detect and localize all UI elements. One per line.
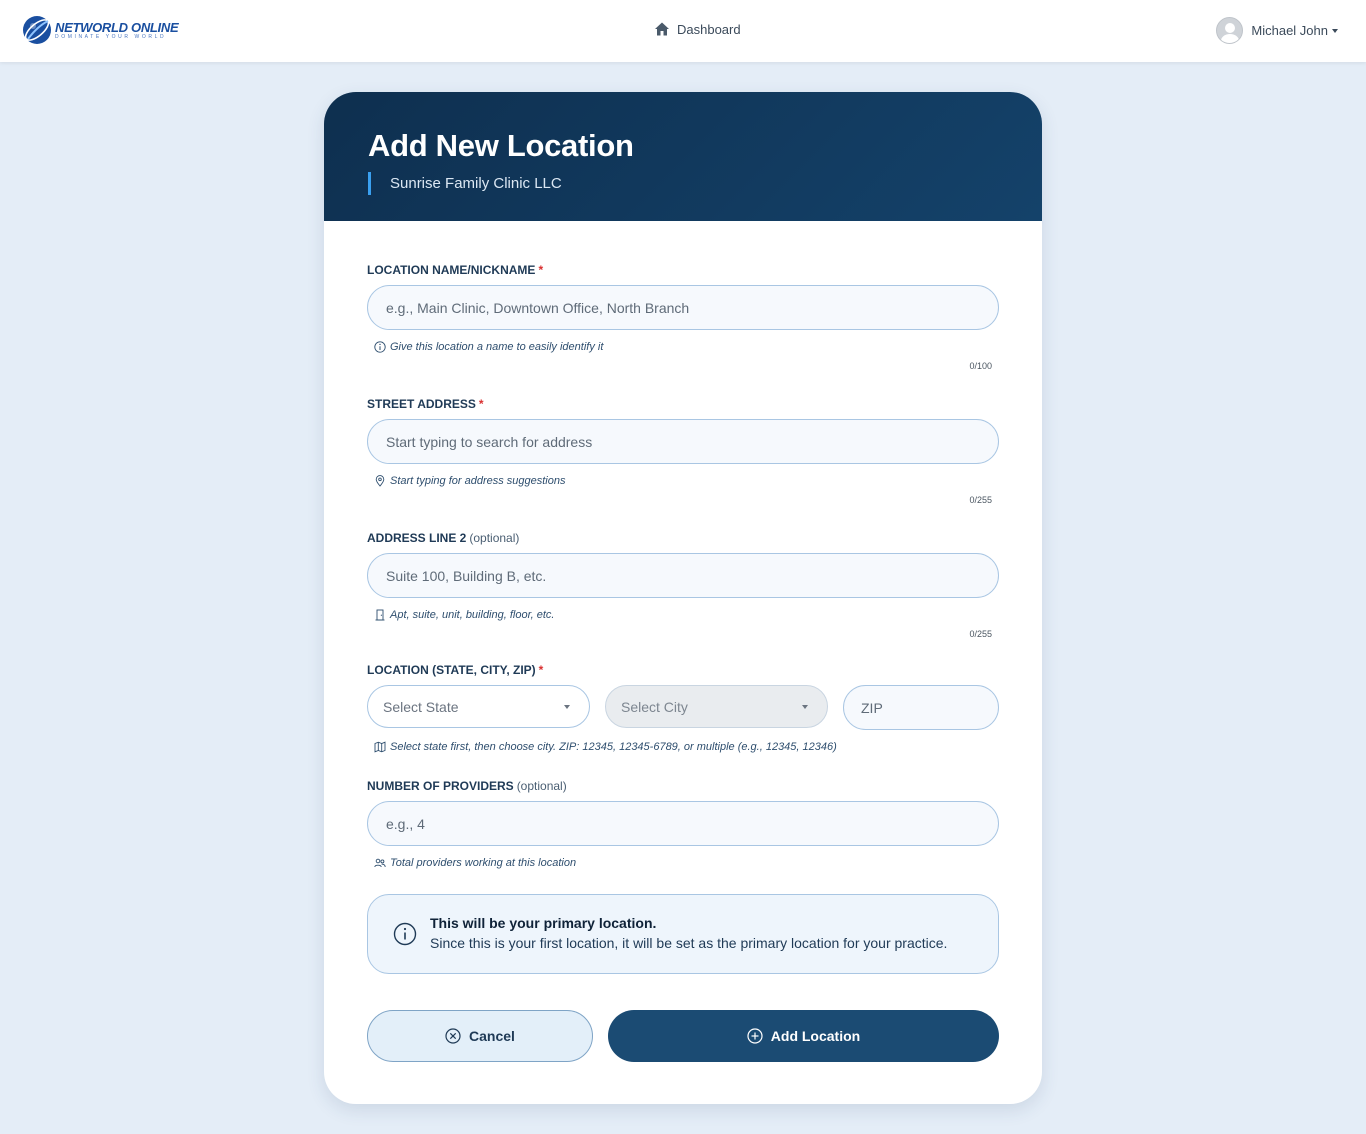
required-mark: *	[478, 397, 484, 411]
map-pin-icon	[375, 475, 385, 487]
brand-tagline: DOMINATE YOUR WORLD	[55, 33, 167, 40]
address-line2-input[interactable]: Suite 100, Building B, etc.	[367, 553, 999, 598]
brand-name: NETWORLD ONLINE	[55, 19, 179, 35]
notice-title: This will be your primary location.	[430, 915, 657, 931]
practice-name: Sunrise Family Clinic LLC	[368, 172, 998, 195]
address-line2-label: ADDRESS LINE 2 (optional)	[367, 531, 520, 545]
primary-location-notice: This will be your primary location. Sinc…	[367, 894, 999, 974]
home-icon	[655, 22, 669, 36]
dropdown-arrow-icon	[564, 705, 570, 709]
people-icon	[374, 858, 386, 868]
providers-hint: Total providers working at this location	[374, 857, 576, 869]
brand-logo-link[interactable]: NETWORLD ONLINE DOMINATE YOUR WORLD	[22, 15, 179, 45]
location-name-label: LOCATION NAME/NICKNAME *	[367, 263, 544, 277]
globe-logo-icon	[23, 16, 51, 44]
cancel-button[interactable]: Cancel	[367, 1010, 593, 1062]
dashboard-label: Dashboard	[677, 21, 741, 37]
close-circle-icon	[445, 1028, 461, 1044]
location-select-label: LOCATION (STATE, CITY, ZIP) *	[367, 663, 544, 677]
info-circle-icon	[393, 922, 417, 946]
location-name-counter: 0/100	[969, 361, 992, 371]
add-location-button[interactable]: Add Location	[608, 1010, 999, 1062]
location-name-hint: Give this location a name to easily iden…	[374, 341, 603, 353]
address-line2-hint: Apt, suite, unit, building, floor, etc.	[374, 609, 554, 621]
street-address-label: STREET ADDRESS *	[367, 397, 484, 411]
street-address-counter: 0/255	[969, 495, 992, 505]
city-select[interactable]: Select City	[605, 685, 828, 728]
map-icon	[374, 741, 386, 753]
state-select[interactable]: Select State	[367, 685, 590, 728]
providers-input[interactable]: e.g., 4	[367, 801, 999, 846]
dropdown-arrow-icon	[802, 705, 808, 709]
required-mark: *	[538, 263, 544, 277]
plus-circle-icon	[747, 1028, 763, 1044]
location-select-hint: Select state first, then choose city. ZI…	[374, 741, 837, 753]
zip-input[interactable]: ZIP	[843, 685, 999, 730]
caret-down-icon	[1332, 28, 1338, 33]
required-mark: *	[538, 663, 544, 677]
address-line2-counter: 0/255	[969, 629, 992, 639]
info-circle-icon	[374, 341, 386, 353]
notice-text: Since this is your first location, it wi…	[430, 935, 948, 951]
optional-text: (optional)	[516, 779, 567, 793]
avatar	[1216, 17, 1244, 44]
page-title: Add New Location	[368, 128, 634, 163]
add-location-card: Add New Location Sunrise Family Clinic L…	[324, 92, 1042, 1104]
top-navbar: NETWORLD ONLINE DOMINATE YOUR WORLD Dash…	[0, 0, 1366, 62]
card-header: Add New Location Sunrise Family Clinic L…	[324, 92, 1042, 221]
providers-label: NUMBER OF PROVIDERS (optional)	[367, 779, 567, 793]
location-name-input[interactable]: e.g., Main Clinic, Downtown Office, Nort…	[367, 285, 999, 330]
cancel-label: Cancel	[469, 1028, 515, 1044]
add-location-label: Add Location	[770, 1028, 861, 1044]
nav-dashboard-link[interactable]: Dashboard	[654, 21, 741, 37]
street-address-hint: Start typing for address suggestions	[374, 475, 565, 487]
optional-text: (optional)	[469, 531, 520, 545]
user-menu-toggle[interactable]: Michael John	[1216, 17, 1338, 44]
door-icon	[375, 609, 385, 621]
user-name: Michael John	[1251, 23, 1328, 38]
street-address-input[interactable]: Start typing to search for address	[367, 419, 999, 464]
